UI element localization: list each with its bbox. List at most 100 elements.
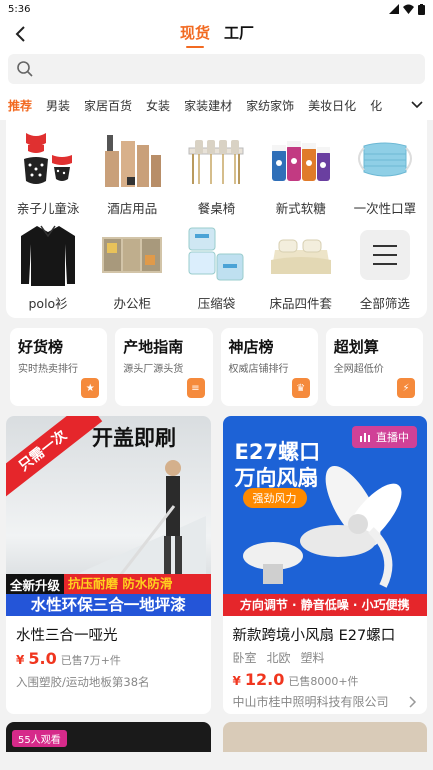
office-cabinet-image [100, 223, 164, 287]
banner-strip-1: 全新升级 抗压耐磨 防水防滑 [6, 574, 211, 594]
product-tag: 塑料 [300, 651, 325, 665]
category-item[interactable]: 美妆日化 [308, 97, 356, 114]
live-viewers-count: 55人观看 [18, 735, 61, 746]
live-label: 直播中 [376, 431, 409, 444]
live-badge[interactable]: 直播中 [352, 426, 417, 448]
grid-label: 餐桌椅 [197, 201, 236, 216]
category-item[interactable]: 女装 [146, 97, 170, 114]
list-badge-icon: ≡ [186, 378, 205, 398]
star-badge-icon: ★ [81, 378, 100, 398]
grid-label: 亲子儿童泳 [16, 201, 80, 216]
grid-item-dining-chairs[interactable]: 餐桌椅 [174, 128, 258, 217]
banner-bottom: 方向调节 · 静音低噪 · 小巧便携 [222, 594, 427, 616]
grid-label: 酒店用品 [107, 201, 158, 216]
top-nav: 现货 工厂 [0, 18, 433, 50]
product-card-peek[interactable]: 55人观看 [6, 722, 211, 752]
ranking-card-great-deals[interactable]: 超划算 全网超低价 ⚡ [325, 328, 423, 406]
ranking-subtitle: 全网超低价 [333, 364, 384, 375]
product-list: 只需一次 开盖即刷 全新升级 抗压耐磨 防水防滑 水性环保三合一地坪漆 水性三合… [0, 406, 433, 714]
swimsuit-image [16, 128, 80, 192]
currency-symbol: ¥ [16, 653, 25, 667]
hotel-supplies-image [100, 128, 164, 192]
product-price: 5.0 [28, 649, 57, 668]
grid-item-masks[interactable]: 一次性口罩 [343, 128, 427, 217]
chevron-down-icon [411, 101, 423, 109]
product-tag: 北欧 [266, 651, 291, 665]
ranking-subtitle: 源头厂源头货 [123, 364, 184, 375]
fan-product-icon [242, 466, 401, 588]
ranking-note: 入围塑胶/运动地板第38名 [16, 675, 150, 689]
status-time: 5:36 [8, 3, 31, 15]
grid-item-office-cabinet[interactable]: 办公柜 [90, 223, 174, 312]
product-title: 水性三合一哑光 [16, 628, 118, 644]
category-item[interactable]: 化 [370, 97, 382, 114]
currency-symbol: ¥ [232, 674, 241, 688]
price-row: ¥ 5.0 已售7万+件 [6, 645, 211, 668]
ranking-title: 好货榜 [18, 338, 64, 356]
live-viewers-badge: 55人观看 [12, 730, 67, 747]
product-card[interactable]: 只需一次 开盖即刷 全新升级 抗压耐磨 防水防滑 水性环保三合一地坪漆 水性三合… [6, 416, 211, 714]
grid-label: 全部筛选 [359, 296, 410, 311]
grid-label: 新式软糖 [275, 201, 326, 216]
product-image-fan: E27螺口 万向风扇 强劲风力 直播中 方向调节 · 静音低噪 · 小巧便携 [222, 416, 427, 616]
banner-headline: 开盖即刷 [92, 426, 176, 450]
grid-label: 办公柜 [113, 296, 152, 311]
next-products-peek: 55人观看 [0, 714, 433, 752]
product-image-floor-paint: 只需一次 开盖即刷 全新升级 抗压耐磨 防水防滑 水性环保三合一地坪漆 [6, 416, 211, 616]
live-bars-icon [360, 433, 370, 442]
tab-spot[interactable]: 现货 [180, 22, 210, 48]
grid-item-all-filters[interactable]: 全部筛选 [343, 223, 427, 312]
wifi-icon [403, 4, 414, 14]
polo-shirt-image [16, 223, 80, 287]
grid-item-bedding[interactable]: 床品四件套 [259, 223, 343, 312]
battery-icon [418, 3, 425, 15]
expand-categories-button[interactable] [395, 90, 433, 120]
sold-count: 已售7万+件 [60, 654, 121, 667]
ranking-card-top-shops[interactable]: 神店榜 权威店铺排行 ♛ [220, 328, 318, 406]
product-tags: 卧室 北欧 塑料 [223, 645, 428, 666]
category-grid: 亲子儿童泳 酒店用品 餐桌椅 新式软糖 一次性口罩 polo衫 办公柜 压缩袋 … [6, 120, 427, 318]
ranking-card-good-goods[interactable]: 好货榜 实时热卖排行 ★ [10, 328, 108, 406]
search-input[interactable] [8, 54, 425, 84]
bedding-image [269, 223, 333, 287]
product-tag: 卧室 [232, 651, 257, 665]
chevron-right-icon [409, 695, 417, 708]
back-button[interactable] [10, 24, 30, 44]
bolt-badge-icon: ⚡ [397, 378, 415, 398]
ranking-subtitle: 实时热卖排行 [18, 364, 78, 375]
category-item[interactable]: 家装建材 [184, 97, 232, 114]
product-card[interactable]: E27螺口 万向风扇 强劲风力 直播中 方向调节 · 静音低噪 · 小巧便携 新… [222, 416, 428, 714]
product-title: 新款跨境小风扇 E27螺口 [232, 628, 396, 644]
category-item[interactable]: 推荐 [8, 97, 32, 114]
ranking-title: 神店榜 [228, 338, 274, 356]
ranking-card-origin-guide[interactable]: 产地指南 源头厂源头货 ≡ [115, 328, 213, 406]
ranking-subtitle: 权威店铺排行 [228, 364, 289, 375]
grid-item-gummies[interactable]: 新式软糖 [259, 128, 343, 217]
tab-factory[interactable]: 工厂 [224, 22, 254, 47]
dining-chairs-image [184, 128, 248, 192]
trophy-badge-icon: ♛ [291, 378, 310, 398]
price-row: ¥ 12.0 已售8000+件 [223, 666, 428, 689]
grid-item-hotel-supplies[interactable]: 酒店用品 [90, 128, 174, 217]
category-item[interactable]: 家居百货 [84, 97, 132, 114]
sold-count: 已售8000+件 [288, 675, 359, 688]
compression-bag-image [184, 223, 248, 287]
grid-item-polo[interactable]: polo衫 [6, 223, 90, 312]
banner-strip-2: 水性环保三合一地坪漆 [6, 594, 211, 616]
grid-label: polo衫 [28, 296, 68, 311]
signal-icon [389, 4, 399, 14]
grid-label: 压缩袋 [197, 296, 236, 311]
status-icons [389, 3, 425, 15]
category-bar: 推荐 男装 家居百货 女装 家装建材 家纺家饰 美妆日化 化 [0, 90, 433, 120]
product-price: 12.0 [244, 670, 285, 689]
product-card-peek[interactable] [222, 722, 427, 752]
grid-item-swimsuit[interactable]: 亲子儿童泳 [6, 128, 90, 217]
grid-item-compression-bag[interactable]: 压缩袋 [174, 223, 258, 312]
status-bar: 5:36 [0, 0, 433, 18]
category-item[interactable]: 家纺家饰 [246, 97, 294, 114]
category-item[interactable]: 男装 [46, 97, 70, 114]
banner-strip-1-right: 抗压耐磨 防水防滑 [64, 574, 211, 594]
banner-strip-1-left: 全新升级 [10, 577, 61, 593]
shop-link[interactable]: 中山市桂中照明科技有限公司 [223, 689, 428, 710]
mask-image [353, 128, 417, 192]
